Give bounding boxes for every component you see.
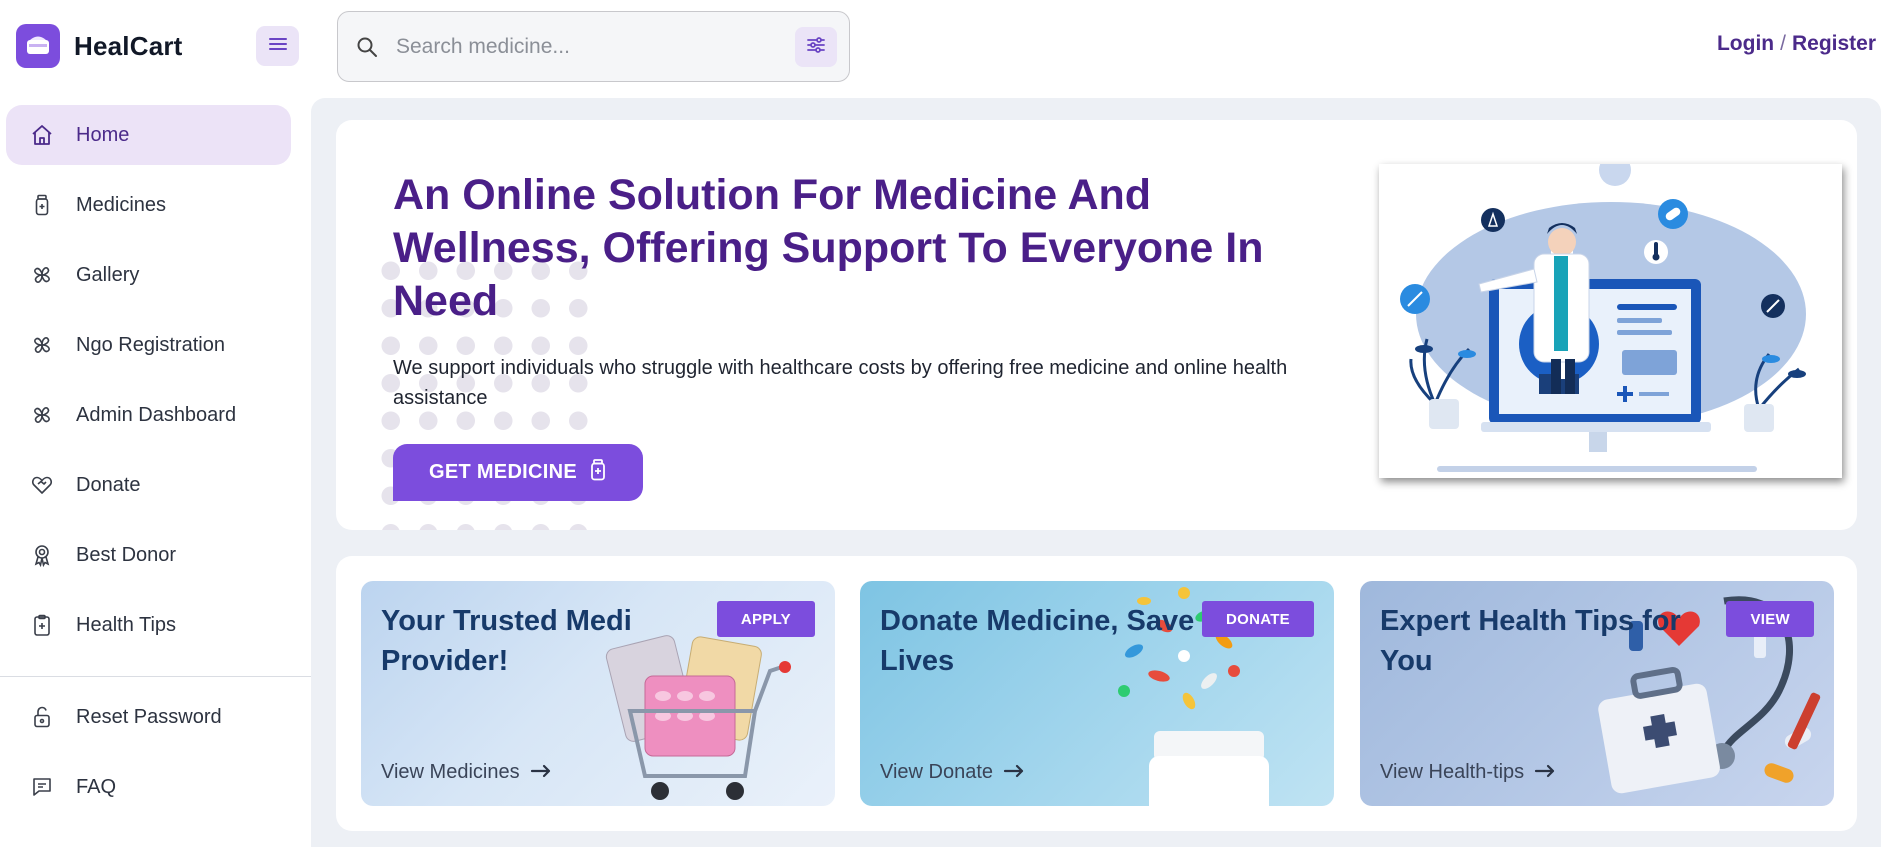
sidebar-item-best-donor[interactable]: Best Donor <box>6 525 291 585</box>
auth-separator: / <box>1780 32 1786 55</box>
sidebar-item-label: Gallery <box>76 263 140 286</box>
feature-cards: Your Trusted Medi Provider! APPLY View M… <box>336 556 1857 831</box>
unlock-icon <box>30 705 54 729</box>
feature-card-health-tips[interactable]: Expert Health Tips for You VIEW View Hea… <box>1360 581 1834 806</box>
view-donate-link[interactable]: View Donate <box>880 761 1025 784</box>
sidebar: Home Medicines Gallery Ngo Registration … <box>0 92 311 847</box>
auth-links: Login / Register <box>1717 32 1876 56</box>
sidebar-item-label: Admin Dashboard <box>76 403 237 426</box>
card-title: Expert Health Tips for You <box>1380 605 1681 677</box>
view-medicines-link[interactable]: View Medicines <box>381 761 552 784</box>
sidebar-item-gallery[interactable]: Gallery <box>6 245 291 305</box>
sidebar-item-medicines[interactable]: Medicines <box>6 175 291 235</box>
hero-banner: An Online Solution For Medicine And Well… <box>336 120 1857 530</box>
brand[interactable]: HealCart <box>16 24 183 68</box>
brand-name: HealCart <box>74 30 183 61</box>
sliders-icon <box>806 35 826 60</box>
donate-button[interactable]: DONATE <box>1201 601 1314 637</box>
view-health-tips-link[interactable]: View Health-tips <box>1380 761 1556 784</box>
doctor-illustration <box>1379 164 1842 478</box>
sidebar-item-ngo-registration[interactable]: Ngo Registration <box>6 315 291 375</box>
apply-button[interactable]: APPLY <box>716 601 815 637</box>
arrow-right-icon <box>1534 761 1556 784</box>
main-content: An Online Solution For Medicine And Well… <box>311 98 1881 847</box>
sidebar-item-label: Reset Password <box>76 705 222 728</box>
login-link[interactable]: Login <box>1717 32 1774 55</box>
search-bar <box>337 11 850 82</box>
pinwheel-icon <box>30 333 54 357</box>
sidebar-divider <box>0 676 311 677</box>
arrow-right-icon <box>530 761 552 784</box>
card-link-label: View Donate <box>880 761 994 783</box>
card-title: Your Trusted Medi Provider! <box>381 605 632 677</box>
card-link-label: View Medicines <box>381 761 520 783</box>
pinwheel-icon <box>30 263 54 287</box>
card-link-label: View Health-tips <box>1380 761 1525 783</box>
sidebar-item-donate[interactable]: Donate <box>6 455 291 515</box>
menu-toggle-button[interactable] <box>256 26 299 66</box>
search-input[interactable] <box>396 34 776 59</box>
home-icon <box>30 123 54 147</box>
award-icon <box>30 543 54 567</box>
healcart-logo-icon <box>16 24 60 68</box>
hero-subtitle: We support individuals who struggle with… <box>393 357 1288 409</box>
register-link[interactable]: Register <box>1792 32 1876 55</box>
medicine-bottle-icon <box>30 193 54 217</box>
clipboard-icon <box>30 613 54 637</box>
view-button[interactable]: VIEW <box>1726 601 1814 637</box>
arrow-right-icon <box>1003 761 1025 784</box>
sidebar-item-admin-dashboard[interactable]: Admin Dashboard <box>6 385 291 445</box>
feature-card-donate[interactable]: Donate Medicine, Save Lives DONATE View … <box>860 581 1334 806</box>
sidebar-item-label: Ngo Registration <box>76 333 225 356</box>
hero-title: An Online Solution For Medicine And Well… <box>393 171 1264 325</box>
sidebar-item-health-tips[interactable]: Health Tips <box>6 595 291 655</box>
sidebar-item-faq[interactable]: FAQ <box>6 757 291 817</box>
chat-icon <box>30 775 54 799</box>
hamburger-icon <box>268 36 288 57</box>
sidebar-item-label: Medicines <box>76 193 167 216</box>
sidebar-item-label: Home <box>76 123 130 146</box>
sidebar-item-home[interactable]: Home <box>6 105 291 165</box>
get-medicine-button[interactable]: GET MEDICINE <box>393 444 643 501</box>
sidebar-item-label: Best Donor <box>76 543 177 566</box>
feature-card-medicines[interactable]: Your Trusted Medi Provider! APPLY View M… <box>361 581 835 806</box>
medicine-bottle-icon <box>589 458 607 487</box>
sidebar-item-reset-password[interactable]: Reset Password <box>6 687 291 747</box>
filter-button[interactable] <box>795 27 837 67</box>
search-icon <box>356 35 380 59</box>
pinwheel-icon <box>30 403 54 427</box>
top-bar: HealCart Login / Register <box>0 0 1890 92</box>
sidebar-item-label: FAQ <box>76 775 117 798</box>
sidebar-item-label: Health Tips <box>76 613 177 636</box>
get-medicine-label: GET MEDICINE <box>428 461 578 483</box>
heart-handshake-icon <box>30 473 54 497</box>
card-title: Donate Medicine, Save Lives <box>880 605 1195 677</box>
sidebar-item-label: Donate <box>76 473 141 496</box>
